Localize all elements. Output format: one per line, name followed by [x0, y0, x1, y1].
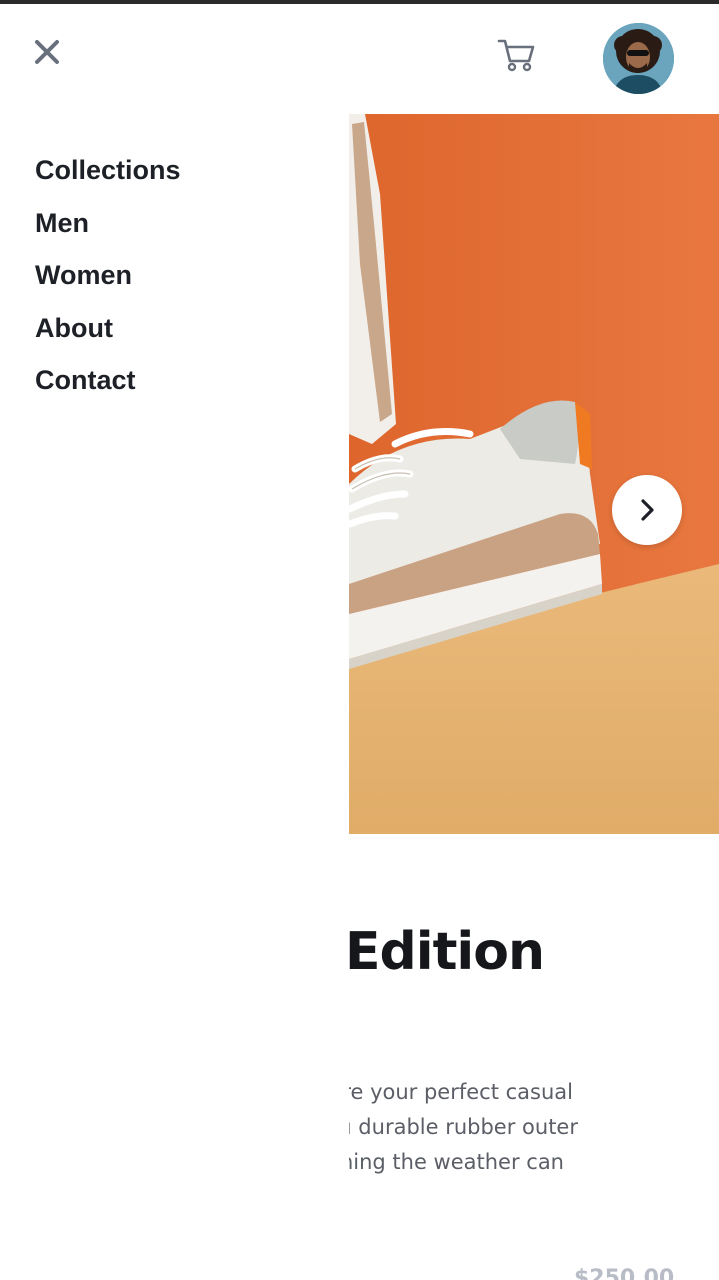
cart-icon	[497, 39, 535, 72]
close-icon	[35, 40, 59, 64]
side-menu-drawer: Collections Men Women About Contact	[0, 4, 349, 1280]
description-line: hing the weather can	[339, 1150, 564, 1174]
product-price: $250.00	[574, 1266, 675, 1280]
close-menu-button[interactable]	[32, 37, 62, 67]
nav-item-about[interactable]: About	[35, 310, 181, 363]
nav-item-contact[interactable]: Contact	[35, 362, 181, 415]
description-line: ı durable rubber outer	[345, 1115, 578, 1139]
nav-item-women[interactable]: Women	[35, 257, 181, 310]
description-line: re your perfect casual	[342, 1080, 573, 1104]
main-nav: Collections Men Women About Contact	[35, 152, 181, 415]
nav-item-collections[interactable]: Collections	[35, 152, 181, 205]
chevron-right-icon	[641, 499, 654, 521]
cart-button[interactable]	[496, 36, 538, 74]
nav-item-men[interactable]: Men	[35, 205, 181, 258]
avatar[interactable]	[603, 23, 674, 94]
next-image-button[interactable]	[612, 475, 682, 545]
